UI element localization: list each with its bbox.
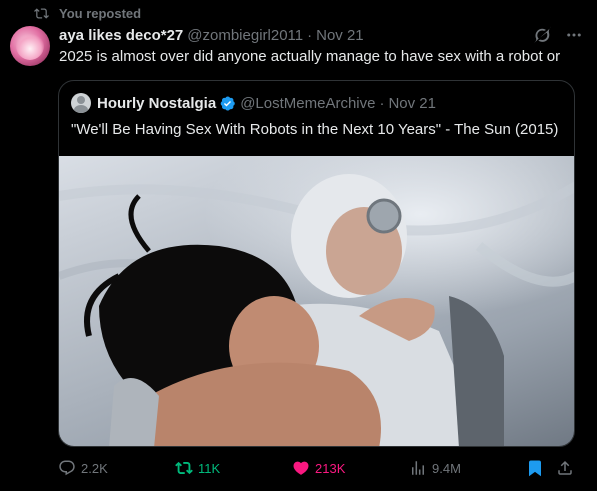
tweet-header: aya likes deco*27 @zombiegirl2011 · Nov …: [59, 25, 583, 45]
action-bar: 2.2K 11K 213K 9.4M: [58, 456, 575, 480]
quote-separator-dot: ·: [379, 94, 385, 112]
retweet-icon: [175, 461, 193, 475]
avatar[interactable]: [10, 26, 50, 66]
author-handle[interactable]: @zombiegirl2011: [187, 27, 303, 44]
quoted-tweet[interactable]: Hourly Nostalgia @LostMemeArchive · Nov …: [58, 80, 575, 447]
share-button[interactable]: [556, 456, 574, 480]
like-button[interactable]: 213K: [292, 456, 345, 480]
like-count: 213K: [315, 460, 346, 476]
reply-button[interactable]: 2.2K: [58, 456, 108, 480]
author-display-name[interactable]: aya likes deco*27: [59, 27, 183, 44]
retweet-icon: [34, 7, 49, 19]
quote-handle[interactable]: @LostMemeArchive: [240, 95, 375, 112]
bookmark-button[interactable]: [526, 456, 544, 480]
repost-indicator: You reposted: [34, 4, 141, 22]
like-icon: [293, 461, 309, 475]
quote-media-image[interactable]: [59, 156, 574, 446]
quote-header: Hourly Nostalgia @LostMemeArchive · Nov …: [71, 93, 436, 113]
bookmark-icon: [529, 460, 541, 477]
quote-text: "We'll Be Having Sex With Robots in the …: [71, 121, 559, 138]
more-icon[interactable]: [565, 26, 583, 44]
quote-display-name[interactable]: Hourly Nostalgia: [97, 95, 216, 112]
separator-dot: ·: [307, 26, 313, 44]
views-button[interactable]: 9.4M: [409, 456, 461, 480]
verified-icon: [220, 96, 235, 111]
views-icon: [412, 461, 424, 475]
view-count: 9.4M: [432, 460, 461, 476]
share-icon: [558, 460, 572, 475]
retweet-button[interactable]: 11K: [175, 456, 220, 480]
quote-avatar[interactable]: [71, 93, 91, 113]
repost-label: You reposted: [59, 5, 142, 21]
tweet-text: 2025 is almost over did anyone actually …: [59, 48, 561, 65]
grok-icon[interactable]: [533, 26, 551, 44]
reply-icon: [59, 460, 75, 476]
retweet-count: 11K: [198, 460, 221, 476]
tweet-date[interactable]: Nov 21: [316, 27, 364, 44]
reply-count: 2.2K: [81, 460, 108, 476]
quote-date[interactable]: Nov 21: [388, 95, 436, 112]
